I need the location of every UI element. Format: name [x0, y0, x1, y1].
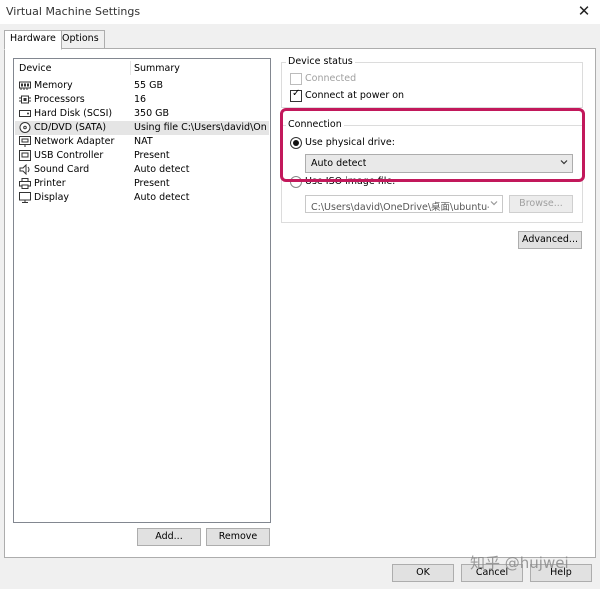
column-header-device[interactable]: Device	[19, 63, 52, 74]
use-physical-drive-label: Use physical drive:	[305, 137, 395, 148]
add-device-button[interactable]: Add...	[137, 528, 201, 546]
device-row-network-adapter[interactable]: Network Adapter NAT	[15, 135, 269, 149]
cd-dvd-icon	[19, 122, 31, 133]
device-row-processors[interactable]: Processors 16	[15, 93, 269, 107]
device-name: Memory	[34, 80, 73, 91]
sound-card-icon	[19, 164, 31, 175]
device-summary: Using file C:\Users\david\On...	[134, 122, 266, 133]
virtual-machine-settings-window: Virtual Machine Settings ✕ Hardware Opti…	[0, 0, 600, 589]
device-row-hard-disk[interactable]: Hard Disk (SCSI) 350 GB	[15, 107, 269, 121]
device-summary: 350 GB	[134, 108, 170, 119]
radio-selected-dot	[293, 140, 299, 146]
display-icon	[19, 192, 31, 203]
device-name: Printer	[34, 178, 66, 189]
device-summary: Auto detect	[134, 164, 190, 175]
browse-button[interactable]: Browse...	[509, 195, 573, 213]
window-title: Virtual Machine Settings	[6, 5, 141, 18]
use-iso-image-label: Use ISO image file:	[305, 176, 396, 187]
chevron-down-icon	[490, 201, 498, 206]
column-header-summary[interactable]: Summary	[134, 63, 180, 74]
connect-at-power-on-label: Connect at power on	[305, 90, 405, 101]
device-summary: 16	[134, 94, 147, 105]
iso-image-path-combobox[interactable]: C:\Users\david\OneDrive\桌面\ubuntu-22.	[305, 195, 503, 213]
device-name: CD/DVD (SATA)	[34, 122, 107, 133]
iso-image-path-value: C:\Users\david\OneDrive\桌面\ubuntu-22.	[311, 202, 489, 213]
use-iso-image-radio[interactable]	[290, 176, 302, 188]
usb-controller-icon	[19, 150, 31, 161]
title-bar: Virtual Machine Settings ✕	[0, 0, 600, 24]
memory-icon	[19, 80, 31, 91]
checkmark-icon: ✓	[292, 88, 301, 99]
device-row-printer[interactable]: Printer Present	[15, 177, 269, 191]
network-adapter-icon	[19, 136, 31, 147]
tab-options[interactable]: Options	[56, 30, 105, 49]
printer-icon	[19, 178, 31, 189]
device-status-group	[281, 62, 583, 108]
connected-checkbox[interactable]	[290, 73, 302, 85]
ok-button[interactable]: OK	[392, 564, 454, 582]
device-name: Hard Disk (SCSI)	[34, 108, 113, 119]
chevron-down-icon	[560, 160, 568, 165]
device-row-usb-controller[interactable]: USB Controller Present	[15, 149, 269, 163]
device-status-title: Device status	[286, 56, 355, 67]
hard-disk-icon	[19, 108, 31, 119]
device-summary: Present	[134, 178, 170, 189]
watermark-text: 知乎 @hujwei	[470, 554, 569, 572]
device-summary: 55 GB	[134, 80, 163, 91]
device-summary: Present	[134, 150, 170, 161]
connect-at-power-on-checkbox[interactable]: ✓	[290, 88, 302, 102]
device-row-sound-card[interactable]: Sound Card Auto detect	[15, 163, 269, 177]
device-row-cd-dvd[interactable]: CD/DVD (SATA) Using file C:\Users\david\…	[15, 121, 269, 135]
physical-drive-select[interactable]: Auto detect	[305, 154, 573, 173]
device-list-header: Device Summary	[14, 59, 270, 77]
processor-icon	[19, 94, 31, 105]
remove-device-button[interactable]: Remove	[206, 528, 270, 546]
device-list[interactable]: Device Summary Memory 55 GB Processors 1…	[13, 58, 271, 523]
device-summary: Auto detect	[134, 192, 190, 203]
device-name: Processors	[34, 94, 85, 105]
use-physical-drive-radio[interactable]	[290, 137, 302, 149]
device-name: Sound Card	[34, 164, 90, 175]
device-name: Network Adapter	[34, 136, 115, 147]
device-row-memory[interactable]: Memory 55 GB	[15, 79, 269, 93]
connected-label: Connected	[305, 73, 357, 84]
device-name: USB Controller	[34, 150, 104, 161]
device-summary: NAT	[134, 136, 153, 147]
close-icon[interactable]: ✕	[576, 3, 592, 19]
device-name: Display	[34, 192, 70, 203]
column-separator[interactable]	[130, 61, 131, 75]
connection-title: Connection	[286, 119, 344, 130]
device-row-display[interactable]: Display Auto detect	[15, 191, 269, 205]
physical-drive-value: Auto detect	[311, 158, 367, 169]
tab-hardware[interactable]: Hardware	[4, 30, 62, 50]
advanced-button[interactable]: Advanced...	[518, 231, 582, 249]
